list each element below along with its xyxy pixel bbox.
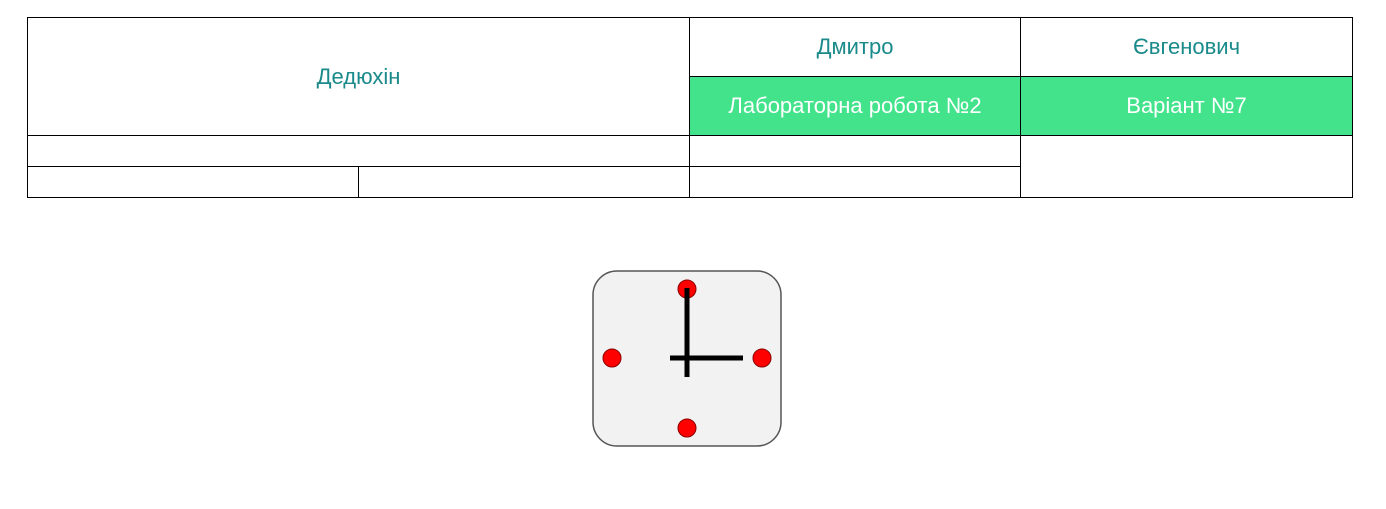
- empty-cell-left-2: [358, 166, 690, 198]
- first-name-cell: Дмитро: [689, 17, 1021, 77]
- clock-marker-9: [602, 348, 622, 368]
- clock-marker-6: [677, 418, 697, 438]
- empty-cell-middle-1: [689, 135, 1021, 167]
- empty-cell-left-1: [27, 166, 359, 198]
- empty-cell-middle-2: [689, 166, 1021, 198]
- empty-cell-right: [1020, 135, 1353, 198]
- clock-marker-3: [752, 348, 772, 368]
- lab-work-cell: Лабораторна робота №2: [689, 76, 1021, 136]
- empty-cell-wide: [27, 135, 690, 167]
- surname-cell: Дедюхін: [27, 17, 690, 136]
- clock-icon: [592, 270, 782, 447]
- variant-cell: Варіант №7: [1020, 76, 1353, 136]
- patronymic-cell: Євгенович: [1020, 17, 1353, 77]
- header-table: Дедюхін Дмитро Євгенович Лабораторна роб…: [27, 17, 1353, 198]
